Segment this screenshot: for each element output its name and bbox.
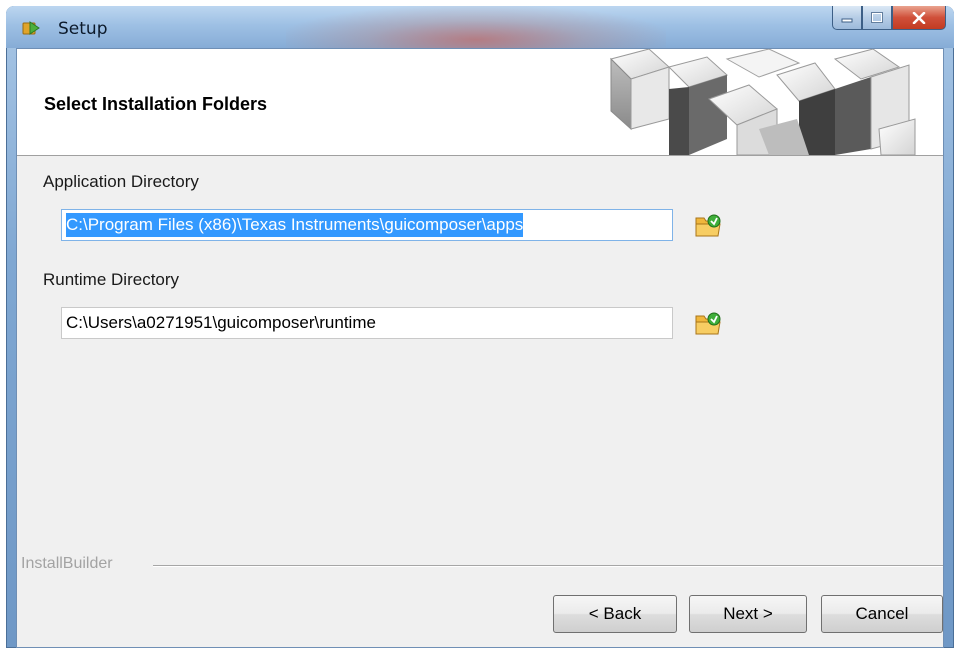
close-button[interactable] — [892, 6, 946, 30]
next-button[interactable]: Next > — [689, 595, 807, 633]
folder-browse-icon — [695, 214, 721, 237]
setup-window: Setup Select Installation Folders Applic… — [6, 6, 954, 648]
cube-graphic — [609, 49, 919, 155]
installbuilder-brand: InstallBuilder — [21, 555, 113, 572]
wizard-header: Select Installation Folders — [17, 49, 943, 156]
page-title: Select Installation Folders — [44, 94, 268, 114]
cancel-button[interactable]: Cancel — [821, 595, 943, 633]
application-directory-browse-button[interactable] — [693, 211, 723, 239]
runtime-directory-input[interactable] — [61, 307, 673, 339]
runtime-directory-label: Runtime Directory — [43, 270, 180, 289]
folder-browse-icon — [695, 312, 721, 335]
title-bar-glow — [286, 6, 666, 48]
application-directory-value: C:\Program Files (x86)\Texas Instruments… — [66, 213, 524, 237]
title-bar[interactable]: Setup — [6, 6, 954, 48]
minimize-button[interactable] — [832, 6, 862, 30]
back-button[interactable]: < Back — [553, 595, 677, 633]
dialog-client-area: Select Installation Folders Application … — [16, 48, 944, 648]
maximize-button[interactable] — [862, 6, 892, 30]
minimize-icon — [841, 18, 853, 22]
window-title: Setup — [58, 19, 108, 39]
caption-buttons — [832, 6, 946, 30]
setup-app-icon — [22, 21, 40, 35]
application-directory-label: Application Directory — [43, 172, 199, 191]
application-directory-input[interactable]: C:\Program Files (x86)\Texas Instruments… — [61, 209, 673, 241]
close-icon — [912, 11, 926, 24]
runtime-directory-browse-button[interactable] — [693, 309, 723, 337]
footer-divider — [153, 565, 943, 567]
maximize-icon — [871, 11, 883, 23]
